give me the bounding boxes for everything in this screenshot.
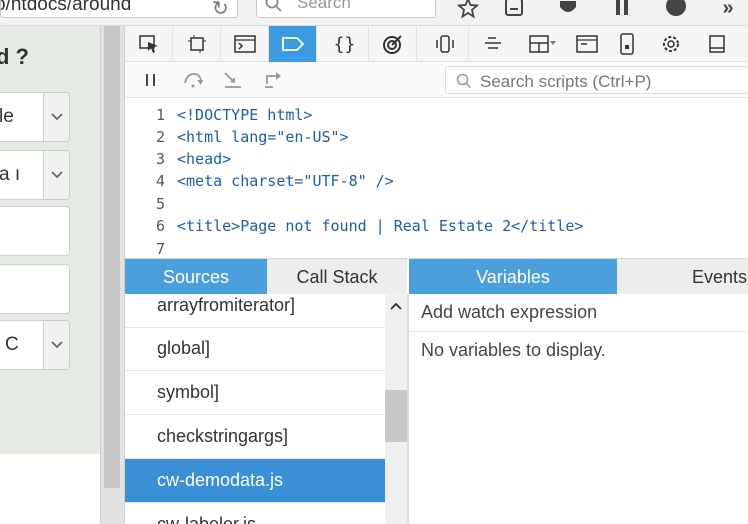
sources-scrollbar-thumb[interactable] bbox=[385, 390, 407, 442]
bookmark-star-icon[interactable] bbox=[456, 0, 480, 20]
step-out-icon[interactable] bbox=[259, 68, 287, 92]
variables-panel: Add watch expression No variables to dis… bbox=[409, 294, 748, 524]
tab-variables[interactable]: Variables bbox=[409, 259, 617, 295]
code-editor[interactable]: 1 2 3 4 5 6 7 <!DOCTYPE html> <html lang… bbox=[125, 98, 748, 258]
chevron-down-icon bbox=[43, 93, 69, 141]
line-number[interactable]: 2 bbox=[156, 128, 165, 146]
browser-toolbar: o/htdocs/around ↻ Search » bbox=[0, 0, 748, 26]
line-number-gutter: 1 2 3 4 5 6 7 bbox=[125, 98, 169, 258]
library-icon[interactable] bbox=[502, 0, 526, 20]
list-item-selected[interactable]: cw-demodata.js bbox=[125, 459, 385, 503]
align-icon[interactable] bbox=[469, 26, 517, 62]
select-value: C bbox=[5, 334, 19, 355]
page-select-1[interactable]: le bbox=[0, 92, 70, 142]
tab-events[interactable]: Events bbox=[617, 259, 748, 295]
line-number[interactable]: 4 bbox=[156, 172, 165, 190]
variables-tabs: Variables Events bbox=[409, 258, 748, 295]
add-watch-expression[interactable]: Add watch expression bbox=[409, 294, 748, 332]
page-scrollbar-thumb[interactable] bbox=[104, 26, 120, 488]
step-over-icon[interactable] bbox=[179, 68, 207, 92]
web-page-area: d ? le a ı C bbox=[0, 26, 100, 454]
performance-icon[interactable] bbox=[369, 26, 417, 62]
devtools-toolbar: {} bbox=[125, 26, 748, 62]
search-icon bbox=[265, 0, 283, 17]
sources-tabs: Sources Call Stack bbox=[125, 258, 407, 295]
settings-icon[interactable] bbox=[649, 26, 693, 62]
line-number[interactable]: 7 bbox=[156, 240, 165, 258]
browser-search-placeholder: Search bbox=[297, 0, 351, 12]
url-bar[interactable]: o/htdocs/around bbox=[0, 0, 238, 18]
chevron-down-icon bbox=[43, 321, 69, 369]
scroll-up-arrow-icon[interactable] bbox=[389, 298, 403, 316]
line-number[interactable]: 3 bbox=[156, 150, 165, 168]
tab-sources[interactable]: Sources bbox=[125, 259, 267, 295]
accessibility-icon[interactable] bbox=[421, 26, 469, 62]
line-number[interactable]: 1 bbox=[156, 106, 165, 124]
layout-icon[interactable] bbox=[521, 26, 565, 62]
search-scripts-input[interactable]: Search scripts (Ctrl+P) bbox=[445, 66, 748, 94]
page-select-3[interactable]: C bbox=[0, 320, 70, 370]
line-number[interactable]: 5 bbox=[156, 195, 165, 213]
inspector-icon[interactable] bbox=[125, 26, 173, 62]
url-text: o/htdocs/around bbox=[0, 0, 132, 15]
page-bottom-area bbox=[0, 454, 100, 524]
select-value: a ı bbox=[0, 164, 21, 185]
code-line: <html lang="en-US"> bbox=[177, 128, 349, 146]
code-line: <meta charset="UTF-8" /> bbox=[177, 172, 394, 190]
overflow-menu-icon[interactable]: » bbox=[716, 0, 740, 20]
help-icon[interactable] bbox=[664, 0, 688, 20]
line-number[interactable]: 6 bbox=[156, 217, 165, 235]
tab-call-stack[interactable]: Call Stack bbox=[267, 259, 407, 295]
page-input-1[interactable] bbox=[0, 206, 70, 256]
list-item[interactable]: checkstringargs] bbox=[125, 415, 385, 459]
search-scripts-placeholder: Search scripts (Ctrl+P) bbox=[480, 72, 652, 91]
box-model-icon[interactable] bbox=[173, 26, 221, 62]
browser-search-input[interactable]: Search bbox=[256, 0, 436, 18]
select-value: le bbox=[0, 106, 14, 127]
page-input-2[interactable] bbox=[0, 264, 70, 314]
page-select-2[interactable]: a ı bbox=[0, 150, 70, 200]
dock-icon[interactable] bbox=[695, 26, 739, 62]
code-line: <title>Page not found | Real Estate 2</t… bbox=[177, 217, 584, 235]
console-icon[interactable] bbox=[221, 26, 269, 62]
devtools-panel: {} Search scripts (Ctrl+P) 1 2 3 4 5 6 7… bbox=[124, 26, 748, 524]
storage-icon[interactable] bbox=[565, 26, 609, 62]
code-line: <!DOCTYPE html> bbox=[177, 106, 313, 124]
reload-icon[interactable]: ↻ bbox=[212, 0, 229, 21]
code-line: <head> bbox=[177, 150, 232, 168]
chevron-down-icon bbox=[43, 151, 69, 199]
pause-icon[interactable] bbox=[137, 68, 165, 92]
style-editor-icon[interactable]: {} bbox=[321, 26, 369, 62]
page-heading: d ? bbox=[0, 44, 29, 69]
sources-list: arrayfromiterator] global] symbol] check… bbox=[125, 294, 385, 524]
page-scrollbar[interactable] bbox=[100, 26, 124, 524]
search-icon bbox=[456, 73, 472, 94]
pause-extension-icon[interactable] bbox=[610, 0, 634, 20]
debugger-toolbar: Search scripts (Ctrl+P) bbox=[125, 62, 748, 98]
no-variables-message: No variables to display. bbox=[421, 340, 606, 360]
step-in-icon[interactable] bbox=[219, 68, 247, 92]
list-item[interactable]: global] bbox=[125, 327, 385, 371]
responsive-icon[interactable] bbox=[605, 26, 649, 62]
pocket-icon[interactable] bbox=[556, 0, 580, 20]
debugger-icon[interactable] bbox=[269, 26, 317, 62]
list-item[interactable]: cw-labeler.js bbox=[125, 503, 385, 524]
list-item[interactable]: symbol] bbox=[125, 371, 385, 415]
sources-scrollbar[interactable] bbox=[385, 294, 407, 524]
list-item[interactable]: arrayfromiterator] bbox=[125, 294, 385, 328]
